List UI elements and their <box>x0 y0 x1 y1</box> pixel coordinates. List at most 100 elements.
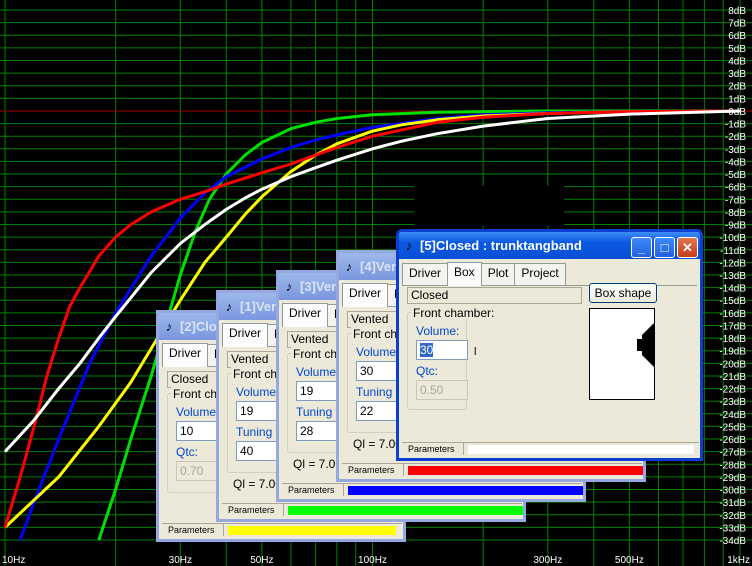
tab-driver[interactable]: Driver <box>402 263 448 285</box>
series-color-bar <box>348 486 583 495</box>
tab-plot[interactable]: Plot <box>480 263 516 285</box>
volume-label: Volume: <box>176 405 220 419</box>
app-icon: ♪ <box>165 319 173 334</box>
status-bar: Parameters <box>162 523 402 536</box>
box-shape-preview <box>589 308 655 400</box>
y-tick-label: -5dB <box>725 170 746 181</box>
maximize-button[interactable]: □ <box>654 237 675 258</box>
volume-label: Volume: <box>416 324 460 338</box>
volume-label: Volume: <box>356 345 400 359</box>
close-button[interactable]: ✕ <box>677 237 698 258</box>
tab-project[interactable]: Project <box>514 263 566 285</box>
y-tick-label: -11dB <box>720 246 746 257</box>
y-tick-label: 2dB <box>728 82 746 93</box>
y-tick-label: -8dB <box>725 208 746 219</box>
y-tick-label: -33dB <box>719 523 746 534</box>
volume-unit: l <box>474 346 477 358</box>
parameters-label: Parameters <box>162 524 224 536</box>
y-tick-label: -27dB <box>719 448 746 459</box>
y-tick-label: -10dB <box>719 233 746 244</box>
y-tick-label: -30dB <box>719 486 746 497</box>
app-icon: ♪ <box>405 238 413 253</box>
x-tick-label: 100Hz <box>358 555 387 566</box>
status-bar: Parameters <box>402 442 699 455</box>
front-chamber-label: Front chamber: <box>411 306 497 320</box>
volume-input[interactable]: 30 <box>416 340 468 360</box>
status-bar: Parameters <box>342 463 643 476</box>
y-tick-label: 6dB <box>728 31 746 42</box>
app-icon: ♪ <box>345 259 353 274</box>
y-tick-label: -34dB <box>719 536 746 547</box>
tab-driver[interactable]: Driver <box>342 283 388 307</box>
y-tick-label: -32dB <box>719 511 746 522</box>
y-tick-label: -13dB <box>719 271 746 282</box>
y-tick-label: -18dB <box>719 334 746 345</box>
y-tick-label: -6dB <box>725 183 746 194</box>
y-tick-label: -21dB <box>719 372 746 383</box>
tab-driver[interactable]: Driver <box>222 323 268 347</box>
y-tick-label: 1dB <box>728 94 746 105</box>
tab-driver[interactable]: Driver <box>282 303 328 327</box>
ql-value: Ql = 7.00 <box>233 477 283 491</box>
y-tick-label: 8dB <box>728 6 746 17</box>
y-tick-label: -14dB <box>719 284 746 295</box>
x-tick-label: 50Hz <box>250 555 273 566</box>
y-tick-label: -20dB <box>719 359 746 370</box>
y-tick-label: -17dB <box>719 321 746 332</box>
y-tick-label: -12dB <box>719 258 746 269</box>
parameters-label: Parameters <box>342 464 404 476</box>
qtc-label: Qtc: <box>176 445 199 459</box>
y-tick-label: -19dB <box>719 347 746 358</box>
y-tick-label: -7dB <box>725 195 746 206</box>
window-closed-5[interactable]: ♪ [5]Closed : trunktangband _ □ ✕ Driver B… <box>396 229 703 461</box>
y-tick-label: 3dB <box>728 69 746 80</box>
app-icon: ♪ <box>285 279 293 294</box>
series-color-bar <box>468 445 694 454</box>
ql-value: Ql = 7.00 <box>353 437 403 451</box>
y-tick-label: -23dB <box>719 397 746 408</box>
x-tick-label: 500Hz <box>615 555 644 566</box>
volume-value: 30 <box>420 343 434 357</box>
qtc-input[interactable]: 0.50 <box>416 380 468 400</box>
y-tick-label: 7dB <box>728 19 746 30</box>
parameters-label: Parameters <box>282 484 344 496</box>
qtc-label: Qtc: <box>416 364 439 378</box>
plot-overlay-area <box>414 186 564 226</box>
y-tick-label: -29dB <box>719 473 746 484</box>
y-tick-label: -9dB <box>725 221 746 232</box>
series-color-bar <box>228 526 396 535</box>
y-tick-label: -28dB <box>719 460 746 471</box>
y-tick-label: -31dB <box>719 498 746 509</box>
y-tick-label: -26dB <box>719 435 746 446</box>
ql-value: Ql = 7.00 <box>293 457 343 471</box>
y-tick-label: -4dB <box>725 157 746 168</box>
tab-box[interactable]: Box <box>447 262 482 286</box>
speaker-icon <box>637 323 654 367</box>
volume-label: Volume: <box>296 365 340 379</box>
y-tick-label: -3dB <box>725 145 746 156</box>
tab-driver[interactable]: Driver <box>162 343 208 367</box>
y-tick-label: -16dB <box>719 309 746 320</box>
volume-label: Volume: <box>236 385 280 399</box>
minimize-button[interactable]: _ <box>631 237 652 258</box>
status-bar: Parameters <box>282 483 583 496</box>
y-tick-label: 4dB <box>728 56 746 67</box>
x-tick-label: 300Hz <box>533 555 562 566</box>
x-tick-label: 30Hz <box>169 555 192 566</box>
y-tick-label: -15dB <box>719 296 746 307</box>
box-shape-button[interactable]: Box shape <box>589 283 657 303</box>
y-tick-label: -24dB <box>719 410 746 421</box>
y-tick-label: -2dB <box>725 132 746 143</box>
y-tick-label: -1dB <box>725 120 746 131</box>
x-tick-label: 1kHz <box>727 555 750 566</box>
y-tick-label: -25dB <box>719 422 746 433</box>
y-tick-label: 5dB <box>728 44 746 55</box>
parameters-label: Parameters <box>222 504 284 516</box>
window-title: [5]Closed : trunktangband <box>420 238 582 253</box>
app-icon: ♪ <box>225 299 233 314</box>
y-tick-label: -22dB <box>719 385 746 396</box>
parameters-label: Parameters <box>402 443 464 455</box>
status-bar: Parameters <box>222 503 523 516</box>
series-color-bar <box>408 466 643 475</box>
box-type-field: Closed <box>407 287 582 304</box>
